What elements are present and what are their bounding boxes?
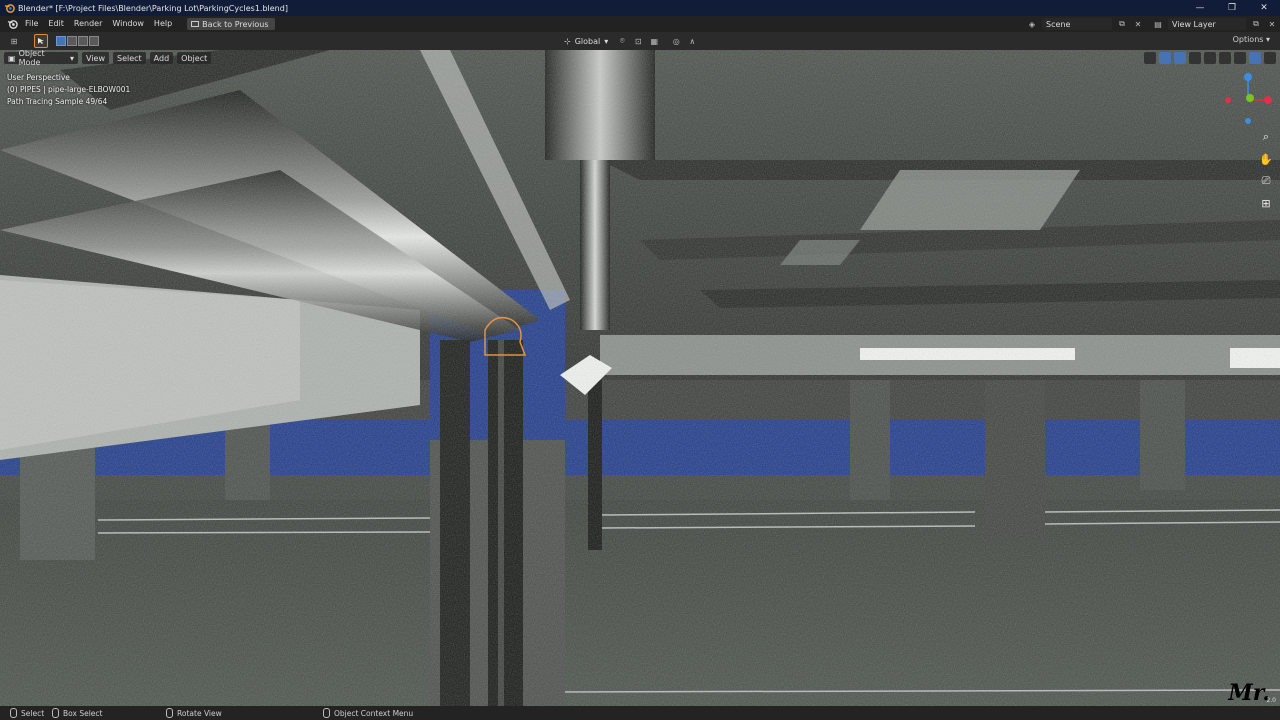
options-dropdown[interactable]: Options ▾ <box>1233 35 1270 44</box>
snap-target-icon[interactable]: ▦ <box>648 35 660 47</box>
status-rotate-view-label: Rotate View <box>177 708 222 718</box>
object-mode-dropdown[interactable]: ▣ Object Mode ▾ <box>4 50 78 67</box>
blender-logo-icon <box>2 1 16 15</box>
material-shading-icon[interactable] <box>1234 52 1246 64</box>
view-layer-field-label: View Layer <box>1172 19 1216 29</box>
mode-new-icon[interactable] <box>56 36 66 46</box>
view-layer-icon[interactable]: ▤ <box>1152 18 1164 30</box>
active-object-label: (0) PIPES | pipe-large-ELBOW001 <box>7 85 131 94</box>
delete-view-layer-icon[interactable]: ✕ <box>1266 18 1278 30</box>
xray-icon[interactable] <box>1189 52 1201 64</box>
back-to-previous-button[interactable]: Back to Previous <box>187 18 275 30</box>
gizmo-toggle-icon[interactable] <box>1159 52 1171 64</box>
scene-icon[interactable]: ◈ <box>1026 18 1038 30</box>
viewport-info-overlay: User Perspective (0) PIPES | pipe-large-… <box>7 72 130 108</box>
view-menu[interactable]: View <box>82 52 109 64</box>
top-menu-bar: File Edit Render Window Help Back to Pre… <box>0 16 1280 32</box>
zoom-icon[interactable]: ⌕ <box>1258 130 1274 144</box>
menu-edit[interactable]: Edit <box>43 16 69 32</box>
back-to-previous-label: Back to Previous <box>202 19 269 29</box>
3d-viewport[interactable]: ▣ Object Mode ▾ View Select Add Object U… <box>0 50 1280 706</box>
grid-icon[interactable]: ⊞ <box>1258 196 1274 210</box>
object-mode-label: Object Mode <box>18 50 45 67</box>
status-context-menu: Object Context Menu <box>323 708 413 718</box>
menu-render[interactable]: Render <box>69 16 107 32</box>
status-rotate-view: Rotate View <box>166 708 222 718</box>
close-button[interactable]: ✕ <box>1248 0 1280 16</box>
new-scene-icon[interactable]: ⧉ <box>1116 18 1128 30</box>
new-view-layer-icon[interactable]: ⧉ <box>1250 18 1262 30</box>
navigation-tools: ⌕ ✋ ⎚ ⊞ <box>1258 130 1274 210</box>
solid-shading-icon[interactable] <box>1219 52 1231 64</box>
restore-button[interactable]: ❐ <box>1216 0 1248 16</box>
add-menu[interactable]: Add <box>149 52 174 64</box>
mouse-drag-icon <box>52 708 59 718</box>
falloff-icon[interactable]: ∧ <box>686 35 698 47</box>
chevron-down-icon: ▾ <box>1265 35 1270 44</box>
object-mode-icon: ▣ <box>8 53 16 63</box>
status-box-select-label: Box Select <box>63 708 103 718</box>
visibility-icon[interactable] <box>1144 52 1156 64</box>
mode-intersect-icon[interactable] <box>89 36 99 46</box>
watermark-version: 2.0 <box>1266 697 1276 704</box>
orientation-label: Global <box>574 36 601 46</box>
pivot-icon[interactable]: ⌾ <box>616 35 628 47</box>
status-select-label: Select <box>21 708 45 718</box>
tool-header: ⊞ ⊹ Global ▾ ⌾ ⊡ ▦ ◎ ∧ Options ▾ <box>0 32 1280 50</box>
selection-mode-group <box>56 36 99 46</box>
view-layer-field[interactable]: View Layer <box>1168 18 1246 30</box>
perspective-label: User Perspective <box>7 73 70 82</box>
options-label: Options <box>1232 35 1264 44</box>
window-title: Blender* [F:\Project Files\Blender\Parki… <box>18 3 288 13</box>
navigation-gizmo[interactable] <box>1224 72 1272 124</box>
rendered-shading-icon[interactable] <box>1249 52 1261 64</box>
menu-file[interactable]: File <box>20 16 43 32</box>
object-menu[interactable]: Object <box>177 52 212 64</box>
wireframe-shading-icon[interactable] <box>1204 52 1216 64</box>
editor-type-icon[interactable]: ⊞ <box>8 35 20 47</box>
chevron-down-icon: ▾ <box>604 36 609 46</box>
select-tool-icon[interactable] <box>34 34 48 48</box>
menu-window[interactable]: Window <box>107 16 149 32</box>
orientation-icon: ⊹ <box>564 36 571 46</box>
scene-field-label: Scene <box>1046 19 1071 29</box>
snap-icon[interactable]: ⊡ <box>632 35 644 47</box>
render-samples-label: Path Tracing Sample 49/64 <box>7 97 108 106</box>
shading-options-icon[interactable] <box>1264 52 1276 64</box>
transform-orientation-dropdown[interactable]: ⊹ Global ▾ <box>560 35 612 47</box>
status-context-menu-label: Object Context Menu <box>334 708 414 718</box>
screen-icon <box>191 21 200 27</box>
delete-scene-icon[interactable]: ✕ <box>1132 18 1144 30</box>
menu-help[interactable]: Help <box>149 16 177 32</box>
camera-icon[interactable]: ⎚ <box>1258 174 1274 188</box>
mouse-middle-icon <box>166 708 173 718</box>
watermark-logo: Mr. <box>1228 680 1270 706</box>
mouse-left-icon <box>10 708 17 718</box>
status-box-select: Box Select <box>52 708 102 718</box>
mode-extend-icon[interactable] <box>67 36 77 46</box>
overlay-toggle-icon[interactable] <box>1174 52 1186 64</box>
rendered-scene <box>0 50 1280 706</box>
blender-menu-icon[interactable] <box>4 16 20 32</box>
status-select: Select <box>10 708 44 718</box>
title-bar: Blender* [F:\Project Files\Blender\Parki… <box>0 0 1280 16</box>
select-menu[interactable]: Select <box>112 52 146 64</box>
scene-field[interactable]: Scene <box>1042 18 1112 30</box>
status-bar: Select Box Select Rotate View Object Con… <box>0 706 1280 720</box>
proportional-edit-icon[interactable]: ◎ <box>670 35 682 47</box>
mode-subtract-icon[interactable] <box>78 36 88 46</box>
mouse-right-icon <box>323 708 330 718</box>
viewport-shading-controls <box>1144 52 1276 64</box>
hand-icon[interactable]: ✋ <box>1258 152 1274 166</box>
minimize-button[interactable]: — <box>1184 0 1216 16</box>
chevron-down-icon: ▾ <box>69 53 74 63</box>
